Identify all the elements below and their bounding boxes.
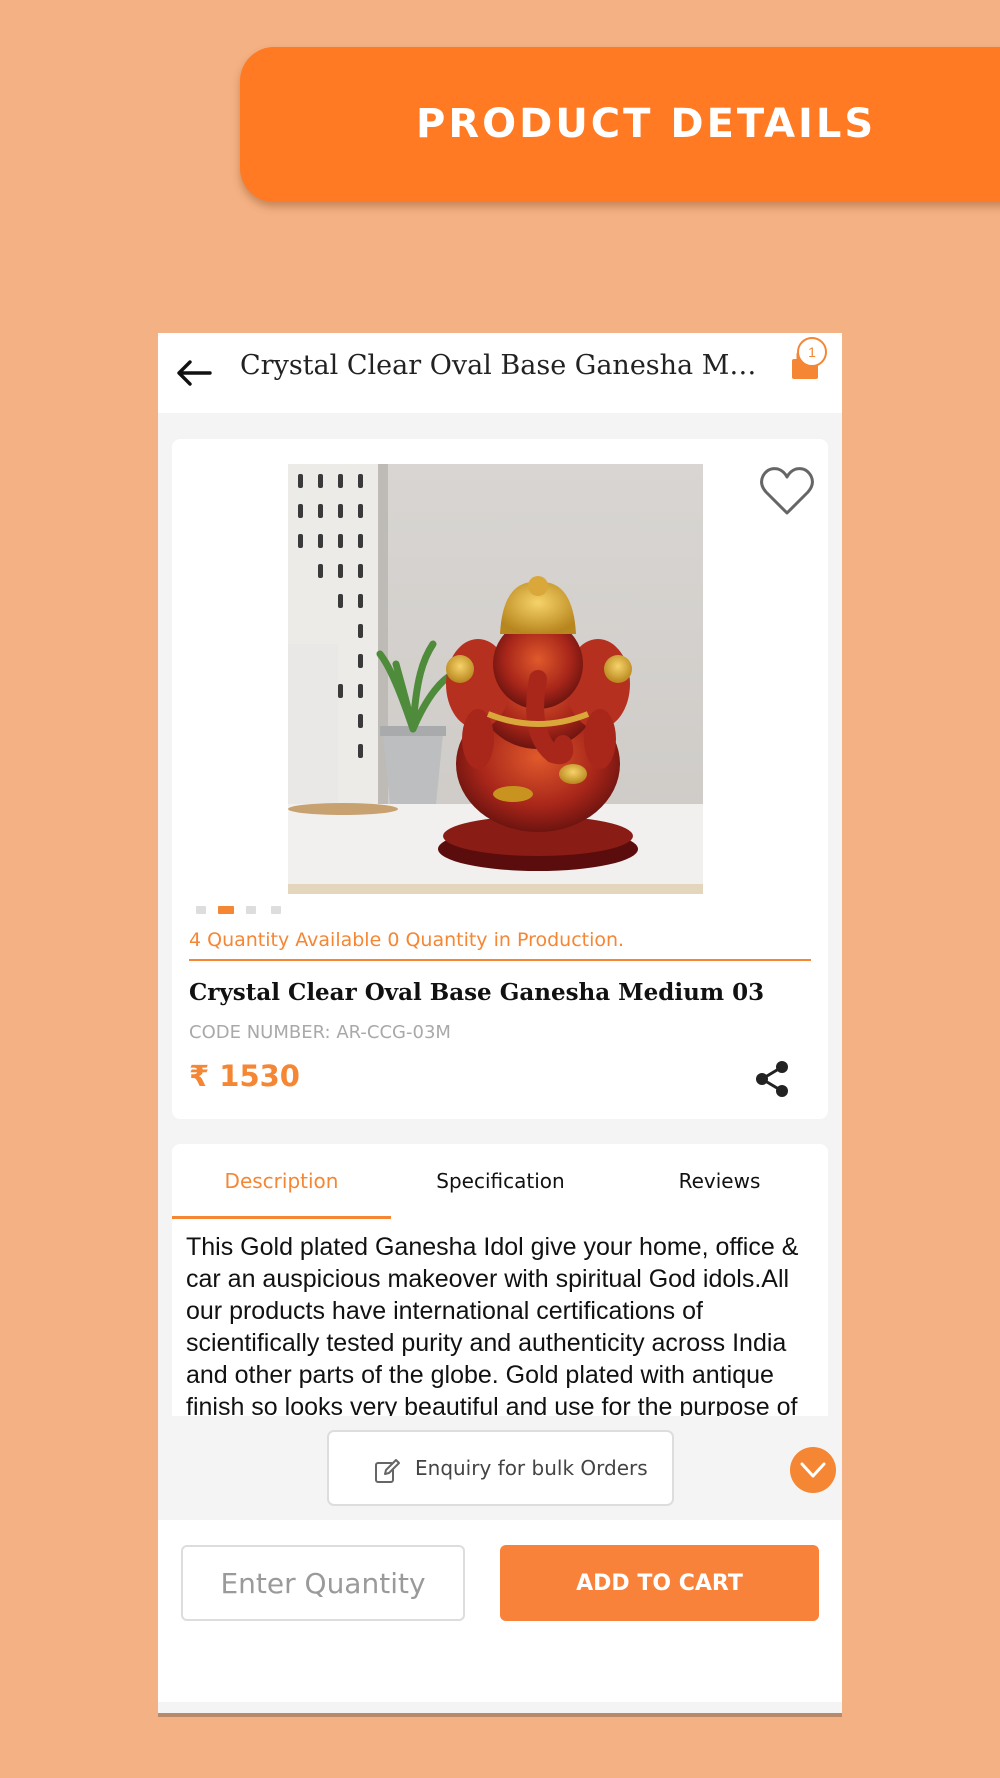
bulk-enquiry-button[interactable]: Enquiry for bulk Orders (327, 1430, 674, 1506)
carousel-dot-active[interactable] (218, 906, 234, 914)
carousel-dot[interactable] (271, 906, 281, 914)
carousel-dot[interactable] (246, 906, 256, 914)
banner-title: PRODUCT DETAILS (416, 101, 877, 147)
phone-screen: Crystal Clear Oval Base Ganesha Medium 0… (158, 333, 842, 1713)
tab-specification[interactable]: Specification (391, 1144, 610, 1219)
availability-text: 4 Quantity Available 0 Quantity in Produ… (189, 929, 625, 951)
heart-icon[interactable] (757, 463, 817, 519)
description-text: This Gold plated Ganesha Idol give your … (186, 1233, 799, 1416)
edit-icon (375, 1459, 400, 1483)
description-panel: This Gold plated Ganesha Idol give your … (172, 1219, 828, 1416)
chevron-down-icon (800, 1462, 826, 1478)
add-to-cart-button[interactable]: ADD TO CART (500, 1545, 819, 1621)
product-tabs: Description Specification Reviews (172, 1144, 828, 1219)
bulk-enquiry-label: Enquiry for bulk Orders (415, 1456, 648, 1480)
product-price: ₹ 1530 (189, 1059, 300, 1093)
product-image[interactable] (288, 464, 703, 894)
tab-reviews[interactable]: Reviews (610, 1144, 829, 1219)
enquiry-section: Enquiry for bulk Orders (158, 1416, 842, 1520)
header-banner: PRODUCT DETAILS (240, 47, 1000, 202)
quantity-input[interactable] (181, 1545, 465, 1621)
ganesha-idol-image (288, 464, 703, 894)
page-title: Crystal Clear Oval Base Ganesha Medium 0… (240, 350, 760, 381)
divider (189, 959, 811, 961)
cart-count-badge: 1 (797, 337, 827, 367)
carousel-dot[interactable] (196, 906, 206, 914)
share-icon[interactable] (752, 1059, 792, 1099)
product-name: Crystal Clear Oval Base Ganesha Medium 0… (189, 979, 765, 1006)
tab-description[interactable]: Description (172, 1144, 391, 1219)
product-code: CODE NUMBER: AR-CCG-03M (189, 1022, 451, 1043)
arrow-left-icon[interactable] (174, 353, 214, 393)
app-bar: Crystal Clear Oval Base Ganesha Medium 0… (158, 333, 842, 413)
product-card: 4 Quantity Available 0 Quantity in Produ… (172, 439, 828, 1119)
scroll-down-button[interactable] (790, 1447, 836, 1493)
bottom-action-bar: ADD TO CART (158, 1520, 842, 1702)
